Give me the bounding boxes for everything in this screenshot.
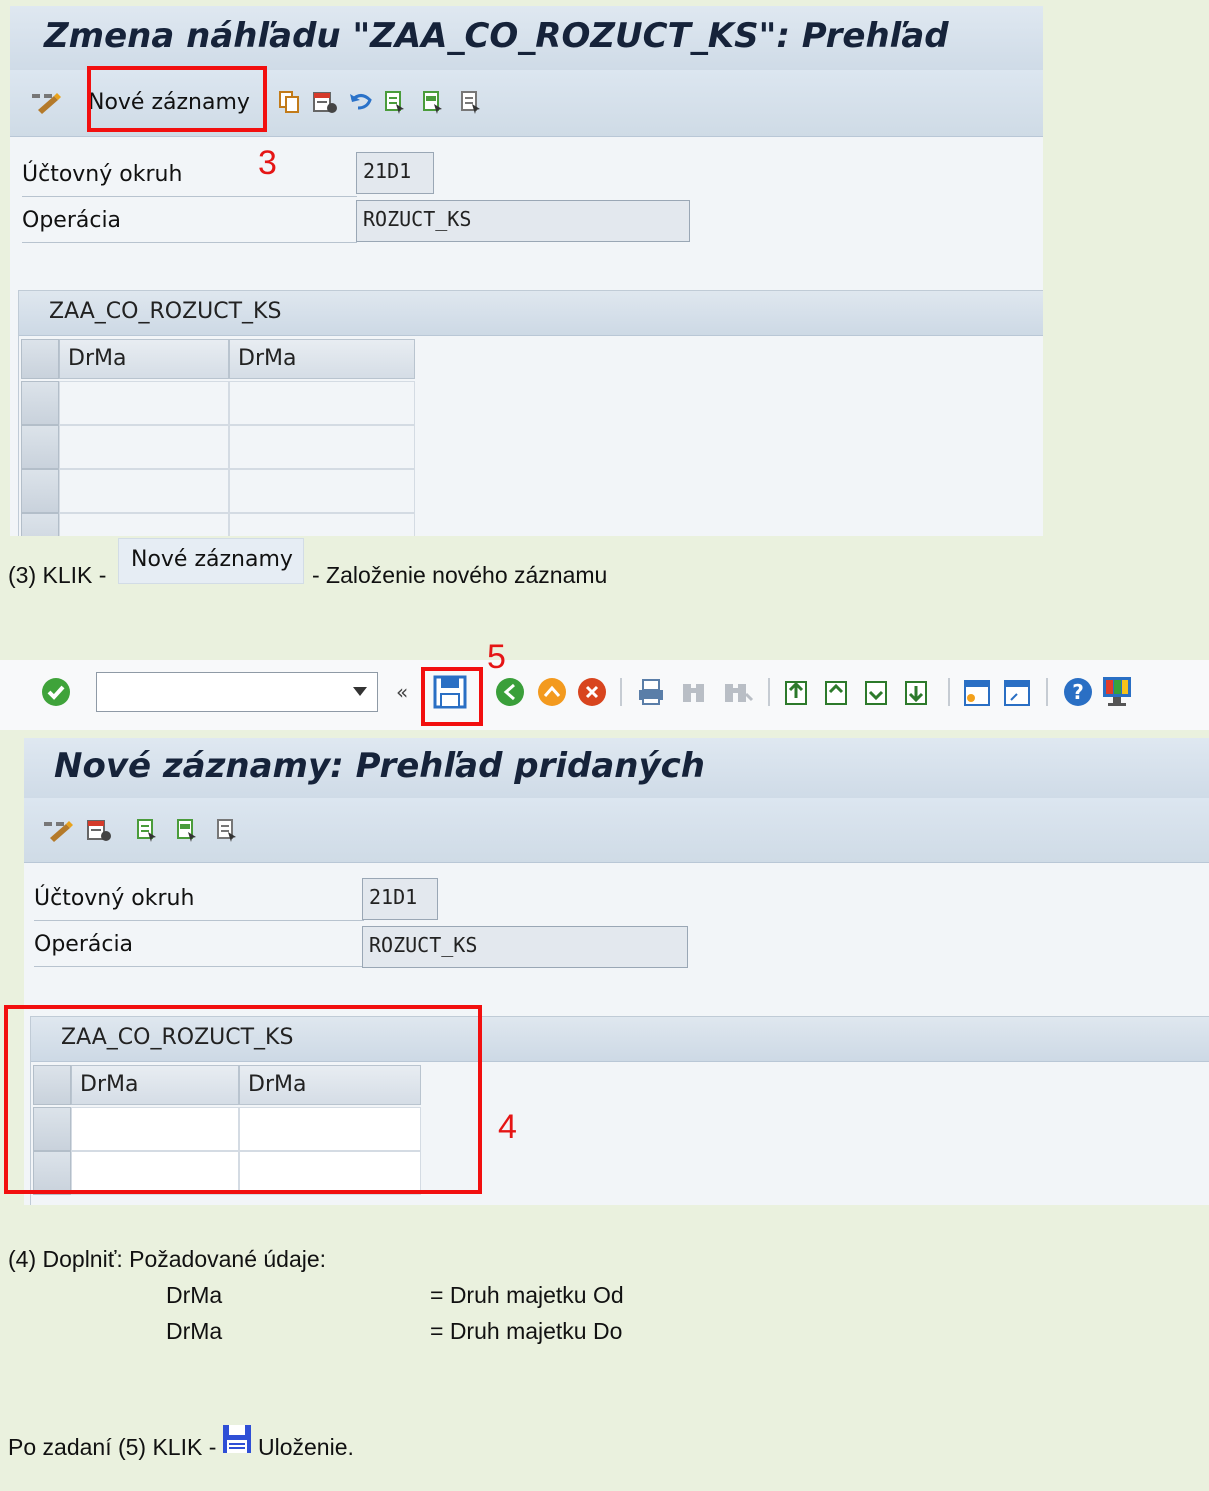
deselect-all-icon[interactable] (460, 90, 482, 114)
select-block-icon[interactable] (176, 818, 198, 842)
step3-prefix: (3) KLIK - (8, 562, 107, 588)
new-entries-inline-button: Nové záznamy (118, 538, 304, 584)
select-all-rows-button[interactable] (21, 339, 59, 379)
create-shortcut-icon[interactable] (1002, 676, 1032, 708)
next-page-icon[interactable] (862, 676, 892, 708)
step5-suffix: Uloženie. (258, 1434, 354, 1460)
table-cell[interactable] (229, 381, 415, 425)
select-all-icon[interactable] (136, 818, 158, 842)
select-block-icon[interactable] (422, 90, 444, 114)
title-bar: Nové záznamy: Prehľad pridaných (24, 738, 1209, 799)
deselect-all-icon[interactable] (216, 818, 238, 842)
column-header[interactable]: DrMa (229, 339, 415, 379)
step4-desc: = Druh majetku Do (430, 1318, 623, 1344)
annotation-number-4: 4 (498, 1108, 517, 1146)
first-page-icon[interactable] (782, 676, 812, 708)
label-underline (34, 966, 364, 967)
svg-text:?: ? (1072, 680, 1084, 704)
display-change-icon[interactable] (42, 818, 78, 842)
row-selector[interactable] (21, 513, 59, 536)
company-code-label: Účtovný okruh (22, 162, 183, 187)
help-icon[interactable]: ? (1062, 676, 1094, 708)
copy-icon[interactable] (278, 90, 300, 114)
table-cell[interactable] (229, 425, 415, 469)
table-cell[interactable] (59, 513, 229, 536)
company-code-field[interactable]: 21D1 (362, 878, 438, 920)
company-code-field[interactable]: 21D1 (356, 152, 434, 194)
step5-prefix: Po zadaní (5) KLIK - (8, 1434, 217, 1460)
step3-suffix: - Založenie nového záznamu (312, 562, 608, 588)
step4-field: DrMa (166, 1282, 223, 1308)
cancel-icon[interactable] (576, 676, 608, 708)
find-next-icon[interactable] (722, 676, 754, 708)
new-session-icon[interactable] (962, 676, 992, 708)
operation-label: Operácia (22, 208, 122, 233)
back-icon[interactable] (494, 676, 526, 708)
print-icon[interactable] (636, 676, 666, 708)
step4-field: DrMa (166, 1318, 223, 1344)
exit-icon[interactable] (536, 676, 568, 708)
step4-desc: = Druh majetku Od (430, 1282, 624, 1308)
annotation-number-5: 5 (487, 638, 506, 676)
annotation-number-3: 3 (258, 144, 277, 182)
table-cell[interactable] (59, 469, 229, 513)
table-title-bar: ZAA_CO_ROZUCT_KS (19, 291, 1043, 336)
last-page-icon[interactable] (902, 676, 932, 708)
toolbar-separator (620, 678, 622, 706)
label-underline (34, 920, 364, 921)
row-selector[interactable] (21, 381, 59, 425)
row-selector[interactable] (21, 425, 59, 469)
operation-field[interactable]: ROZUCT_KS (362, 926, 688, 968)
find-icon[interactable] (680, 676, 708, 708)
select-all-icon[interactable] (384, 90, 406, 114)
title-bar: Zmena náhľadu "ZAA_CO_ROZUCT_KS": Prehľa… (10, 6, 1043, 71)
display-change-icon[interactable] (30, 90, 66, 114)
toolbar-separator (1046, 678, 1048, 706)
row-selector[interactable] (21, 469, 59, 513)
table-cell[interactable] (59, 425, 229, 469)
table-control: ZAA_CO_ROZUCT_KS DrMa DrMa (18, 290, 1043, 536)
dropdown-arrow-icon[interactable] (353, 687, 367, 696)
customize-layout-icon[interactable] (1100, 674, 1134, 708)
step4-heading: (4) Doplniť: Požadované údaje: (8, 1246, 327, 1272)
page-title: Zmena náhľadu "ZAA_CO_ROZUCT_KS": Prehľa… (44, 16, 949, 56)
system-toolbar: « ? (0, 660, 1209, 730)
table-title: ZAA_CO_ROZUCT_KS (49, 299, 282, 324)
application-toolbar (24, 798, 1209, 863)
label-underline (22, 196, 357, 197)
toolbar-separator (948, 678, 950, 706)
column-header[interactable]: DrMa (59, 339, 229, 379)
table-cell[interactable] (229, 513, 415, 536)
save-icon (223, 1425, 251, 1453)
undo-icon[interactable] (348, 90, 374, 114)
collapse-icon[interactable]: « (396, 680, 408, 704)
toolbar-separator (768, 678, 770, 706)
annotation-box-5 (421, 667, 483, 726)
delete-icon[interactable] (86, 818, 112, 842)
enter-icon[interactable] (40, 676, 72, 708)
operation-label: Operácia (34, 932, 134, 957)
delete-icon[interactable] (312, 90, 338, 114)
annotation-box-3 (87, 66, 267, 132)
table-cell[interactable] (229, 469, 415, 513)
page-title: Nové záznamy: Prehľad pridaných (54, 746, 706, 786)
previous-page-icon[interactable] (822, 676, 852, 708)
label-underline (22, 242, 357, 243)
table-cell[interactable] (59, 381, 229, 425)
company-code-label: Účtovný okruh (34, 886, 195, 911)
annotation-box-4 (4, 1005, 482, 1194)
operation-field[interactable]: ROZUCT_KS (356, 200, 690, 242)
command-field[interactable] (96, 672, 378, 712)
